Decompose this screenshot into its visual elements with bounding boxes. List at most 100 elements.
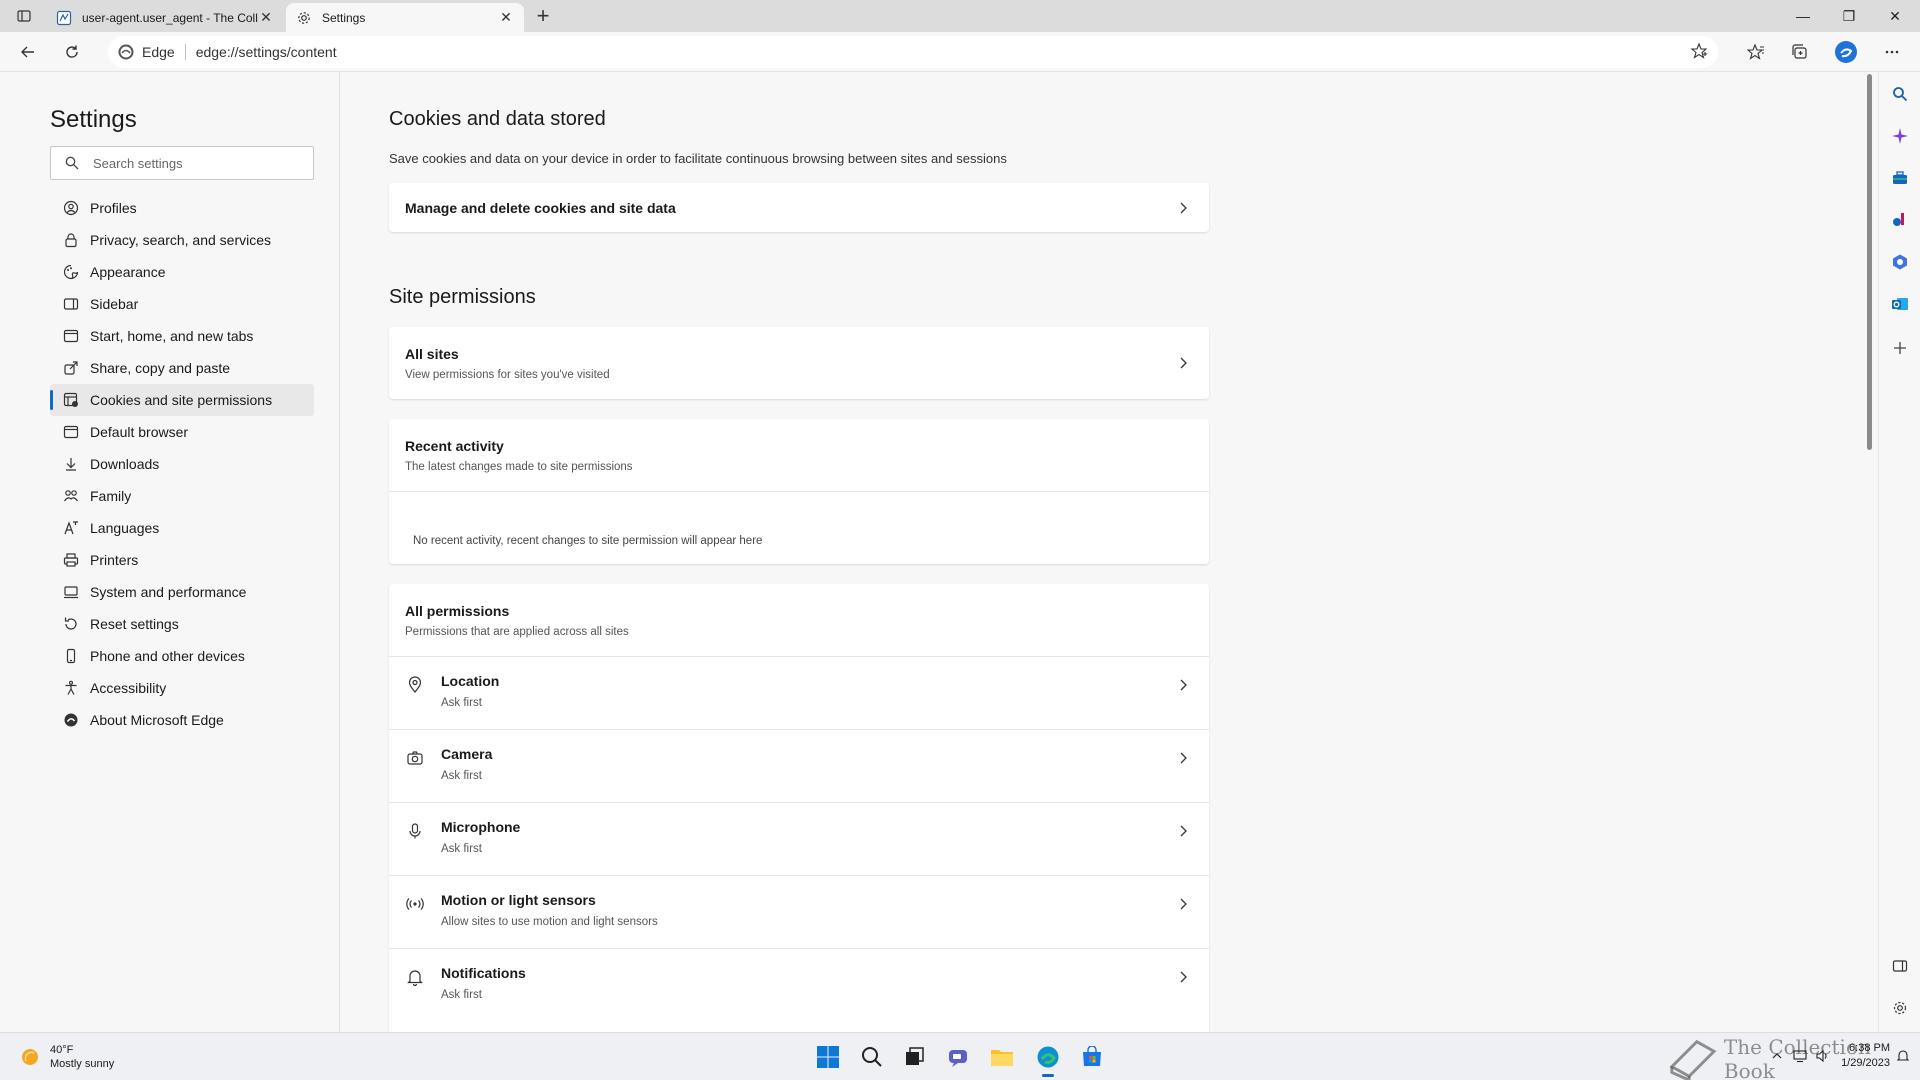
chevron-up-icon[interactable] [1771,1050,1783,1062]
chevron-right-icon [1175,355,1191,371]
folder-icon [991,1050,1013,1066]
sidebar-item-accessibility[interactable]: Accessibility [50,672,314,704]
sidebar-item-cookies[interactable]: Cookies and site permissions [50,384,314,416]
sidebar-item-share[interactable]: Share, copy and paste [50,352,314,384]
file-explorer-button[interactable] [988,1043,1016,1071]
permission-microphone[interactable]: Microphone Ask first [389,802,1209,875]
address-divider [184,44,186,60]
start-button[interactable] [814,1043,842,1071]
clock[interactable]: 6:38 PM 1/29/2023 [1841,1041,1890,1071]
chat-icon [949,1050,967,1067]
more-icon [1885,50,1899,54]
office-icon [1893,254,1907,270]
tab-user-agent[interactable]: user-agent.user_agent - The Coll ✕ [46,3,284,32]
all-sites-row[interactable]: All sites View permissions for sites you… [389,327,1209,399]
tab-close-icon[interactable]: ✕ [498,9,514,26]
sidebar-item-privacy[interactable]: Privacy, search, and services [50,224,314,256]
store-button[interactable] [1078,1043,1106,1071]
all-sites-title: All sites [405,345,459,362]
minimize-button[interactable]: — [1780,0,1826,32]
profile-button[interactable] [1832,38,1860,66]
collections-button[interactable] [1786,38,1814,66]
weather-temp: 40°F [50,1044,74,1056]
cookies-description: Save cookies and data on your device in … [389,151,1007,166]
weather-widget[interactable]: 40°F Mostly sunny [18,1043,114,1071]
teams-chat-button[interactable] [944,1043,972,1071]
search-box[interactable] [50,146,314,180]
site-label: Edge [142,44,175,60]
sidebar-item-label: Default browser [90,424,189,440]
sidebar-item-label: About Microsoft Edge [90,712,224,728]
sidebar-discover-button[interactable] [1888,124,1912,148]
sidebar-item-system[interactable]: System and performance [50,576,314,608]
permission-camera[interactable]: Camera Ask first [389,729,1209,802]
network-icon[interactable] [1793,1049,1807,1063]
edge-taskbar-button[interactable] [1034,1043,1062,1077]
refresh-button[interactable] [58,38,86,66]
site-identity[interactable]: Edge [118,44,175,60]
chevron-right-icon [1175,896,1191,912]
sidebar-games-button[interactable] [1888,208,1912,232]
sidebar-add-button[interactable] [1888,336,1912,360]
all-permissions-subtitle: Permissions that are applied across all … [405,625,629,638]
scrollbar-thumb[interactable] [1867,74,1872,450]
sidebar-item-label: Share, copy and paste [90,360,231,376]
store-icon [1083,1046,1101,1066]
notification-center-icon[interactable] [1896,1049,1910,1063]
task-view-button[interactable] [900,1043,928,1071]
restore-button[interactable]: ❐ [1826,0,1872,32]
permission-location[interactable]: Location Ask first [389,656,1209,729]
sidebar-tools-button[interactable] [1888,166,1912,190]
sidebar-hide-button[interactable] [1888,954,1912,978]
sidebar-item-printers[interactable]: Printers [50,544,314,576]
manage-cookies-row[interactable]: Manage and delete cookies and site data [389,183,1209,232]
tab-actions-icon [17,10,31,22]
appearance-icon [62,263,80,281]
sidebar-item-start-home[interactable]: Start, home, and new tabs [50,320,314,352]
sidebar-item-label: Printers [90,552,139,568]
sidebar-item-about[interactable]: About Microsoft Edge [50,704,314,736]
sidebar-item-appearance[interactable]: Appearance [50,256,314,288]
permission-subtitle: Ask first [441,770,482,782]
sidebar-item-sidebar[interactable]: Sidebar [50,288,314,320]
sidebar-item-downloads[interactable]: Downloads [50,448,314,480]
all-permissions-title: All permissions [405,602,510,619]
taskbar-search-button[interactable] [858,1043,886,1071]
sidebar-item-default-browser[interactable]: Default browser [50,416,314,448]
permission-motion-sensors[interactable]: Motion or light sensors Allow sites to u… [389,875,1209,948]
address-bar[interactable]: Edge edge://settings/content [108,36,1718,68]
tab-actions-button[interactable] [10,6,38,26]
favorites-button[interactable] [1742,38,1770,66]
manage-cookies-card[interactable]: Manage and delete cookies and site data [389,183,1209,232]
sidebar-item-label: Accessibility [90,680,167,696]
all-sites-card[interactable]: All sites View permissions for sites you… [389,327,1209,399]
sidebar-item-profiles[interactable]: Profiles [50,192,314,224]
all-permissions-card: All permissions Permissions that are app… [389,584,1209,1032]
window-close-button[interactable]: ✕ [1872,0,1918,32]
search-input[interactable] [93,155,293,171]
page-favicon-icon [56,10,72,26]
sidebar-item-family[interactable]: Family [50,480,314,512]
tab-settings[interactable]: Settings ✕ [286,3,524,32]
new-tab-button[interactable]: + [532,3,554,28]
sidebar-search-button[interactable] [1888,82,1912,106]
content-scrollbar[interactable] [1864,72,1874,1032]
url-text[interactable]: edge://settings/content [196,44,337,60]
add-favorite-icon[interactable] [1690,42,1708,60]
chevron-right-icon [1175,969,1191,985]
sidebar-item-phone[interactable]: Phone and other devices [50,640,314,672]
permission-notifications[interactable]: Notifications Ask first [389,948,1209,1021]
sidebar-item-languages[interactable]: Languages [50,512,314,544]
settings-and-more-button[interactable] [1878,38,1906,66]
tab-close-icon[interactable]: ✕ [258,9,274,26]
sidebar-customize-button[interactable] [1888,996,1912,1020]
sidebar-item-label: Privacy, search, and services [90,232,272,248]
sidebar-outlook-button[interactable] [1888,292,1912,316]
cookies-section-title: Cookies and data stored [389,108,606,130]
phone-icon [62,647,80,665]
sidebar-item-reset[interactable]: Reset settings [50,608,314,640]
sidebar-office-button[interactable] [1888,250,1912,274]
volume-icon[interactable] [1815,1049,1829,1063]
back-button[interactable] [14,38,42,66]
avatar-icon [1835,41,1857,63]
